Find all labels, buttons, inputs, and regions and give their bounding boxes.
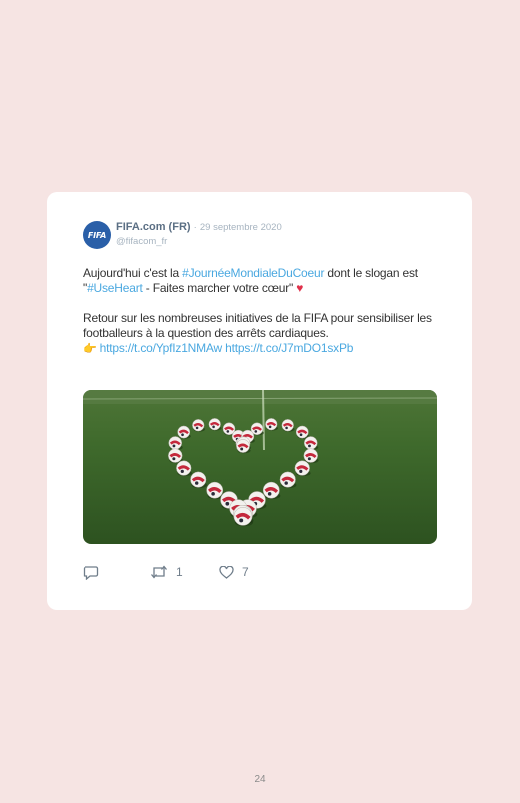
- tweet-actions: 1 7: [83, 565, 383, 581]
- red-heart-icon: ♥: [296, 281, 304, 295]
- page-number: 24: [254, 774, 266, 785]
- reply-button[interactable]: [83, 565, 99, 580]
- tweet-header: FIFA.com (FR) · 29 septembre 2020: [116, 221, 282, 233]
- author-name[interactable]: FIFA.com (FR): [116, 221, 191, 233]
- pointing-hand-icon: 👉: [83, 343, 97, 355]
- hashtag-useheart[interactable]: #UseHeart: [87, 281, 143, 295]
- retweet-button[interactable]: 1: [150, 565, 183, 579]
- heart-outline-icon: [219, 565, 234, 579]
- author-handle[interactable]: @fifacom_fr: [116, 236, 167, 247]
- fifa-avatar[interactable]: FIFA: [83, 221, 111, 249]
- tweet-paragraph-2: Retour sur les nombreuses initiatives de…: [83, 311, 432, 340]
- tweet-links: 👉 https://t.co/YpfIz1NMAw https://t.co/J…: [83, 341, 433, 357]
- retweet-count: 1: [176, 565, 183, 579]
- link-1[interactable]: https://t.co/YpfIz1NMAw: [100, 341, 223, 355]
- like-button[interactable]: 7: [219, 565, 249, 579]
- link-2[interactable]: https://t.co/J7mDO1sxPb: [225, 341, 353, 355]
- hashtag-journee-mondiale[interactable]: #JournéeMondialeDuCoeur: [182, 266, 324, 280]
- separator-dot: ·: [193, 222, 197, 233]
- tweet-text: Aujourd'hui c'est la #JournéeMondialeDuC…: [83, 266, 433, 357]
- like-count: 7: [242, 565, 249, 579]
- reply-icon: [83, 566, 99, 580]
- tweet-paragraph-1: Aujourd'hui c'est la #JournéeMondialeDuC…: [83, 266, 433, 296]
- tweet-image[interactable]: [83, 390, 437, 544]
- tweet-card: FIFA FIFA.com (FR) · 29 septembre 2020 @…: [47, 192, 472, 610]
- text-segment: Aujourd'hui c'est la: [83, 266, 183, 280]
- tweet-date[interactable]: 29 septembre 2020: [200, 222, 282, 233]
- retweet-icon: [151, 565, 167, 579]
- text-segment: - Faites marcher votre cœur": [142, 281, 297, 295]
